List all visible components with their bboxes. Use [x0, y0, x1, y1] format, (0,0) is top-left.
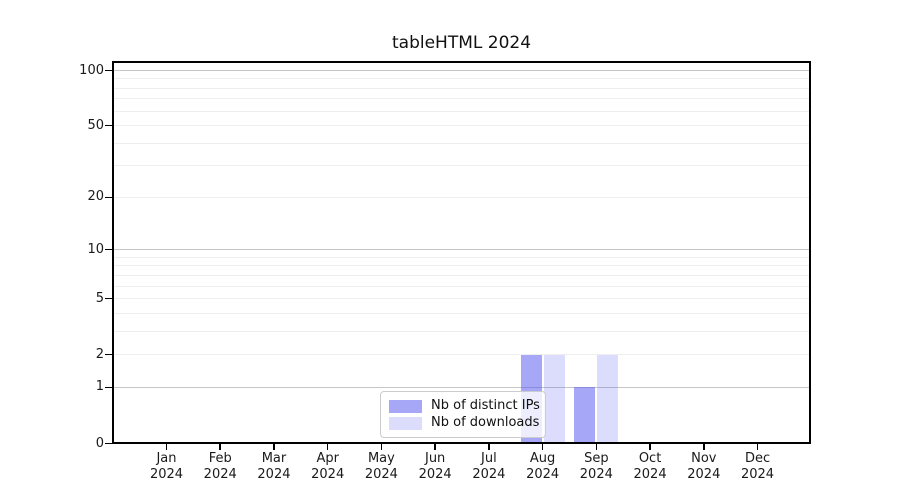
bar-distinct-ips — [574, 387, 595, 442]
y-tick-label: 100 — [50, 62, 104, 80]
y-tick-mark — [105, 249, 112, 251]
x-tick-mark — [542, 444, 544, 450]
gridline-major — [114, 70, 809, 71]
gridline-minor — [114, 143, 809, 144]
chart-figure: tableHTML 2024 0125102050100Jan2024Feb20… — [0, 0, 900, 500]
gridline-minor — [114, 111, 809, 112]
y-tick-mark — [105, 298, 112, 300]
x-tick-label: Dec2024 — [718, 451, 798, 483]
y-tick-mark — [105, 125, 112, 127]
gridline-minor — [114, 275, 809, 276]
gridline-minor — [114, 354, 809, 355]
legend-label-distinct-ips: Nb of distinct IPs — [431, 398, 540, 414]
x-tick-mark — [381, 444, 383, 450]
right-spine — [809, 61, 811, 444]
x-tick-mark — [219, 444, 221, 450]
y-tick-mark — [105, 443, 112, 445]
y-tick-mark — [105, 354, 112, 356]
y-tick-label: 10 — [50, 241, 104, 259]
x-tick-mark — [166, 444, 168, 450]
y-tick-label: 50 — [50, 117, 104, 135]
y-tick-mark — [105, 387, 112, 389]
x-tick-mark — [703, 444, 705, 450]
x-tick-label-year: 2024 — [718, 467, 798, 483]
y-tick-label: 5 — [50, 290, 104, 308]
gridline-minor — [114, 286, 809, 287]
gridline-minor — [114, 331, 809, 332]
y-tick-label: 20 — [50, 188, 104, 206]
gridline-minor — [114, 298, 809, 299]
legend-swatch-distinct-ips — [389, 400, 422, 413]
gridline-major — [114, 249, 809, 250]
x-tick-mark — [434, 444, 436, 450]
gridline-minor — [114, 265, 809, 266]
gridline-major — [114, 387, 809, 388]
top-spine — [112, 61, 811, 63]
y-tick-label: 2 — [50, 346, 104, 364]
gridline-minor — [114, 257, 809, 258]
x-axis-line — [112, 442, 811, 444]
y-tick-mark — [105, 197, 112, 199]
x-tick-mark — [273, 444, 275, 450]
plot-area: 0125102050100Jan2024Feb2024Mar2024Apr202… — [112, 61, 811, 444]
y-tick-label: 0 — [50, 435, 104, 453]
y-tick-mark — [105, 70, 112, 72]
x-tick-mark — [327, 444, 329, 450]
x-tick-mark — [488, 444, 490, 450]
gridline-minor — [114, 78, 809, 79]
x-tick-mark — [649, 444, 651, 450]
chart-title: tableHTML 2024 — [112, 33, 811, 53]
x-tick-mark — [757, 444, 759, 450]
legend-entry-downloads: Nb of downloads — [389, 415, 536, 431]
legend-box: Nb of distinct IPs Nb of downloads — [380, 391, 546, 438]
x-tick-mark — [596, 444, 598, 450]
bar-downloads — [597, 355, 618, 442]
legend-swatch-downloads — [389, 417, 422, 430]
gridline-minor — [114, 165, 809, 166]
y-tick-label: 1 — [50, 378, 104, 396]
gridline-minor — [114, 125, 809, 126]
gridline-minor — [114, 197, 809, 198]
bar-downloads — [544, 355, 565, 442]
gridline-minor — [114, 88, 809, 89]
y-axis-line — [112, 61, 114, 444]
legend-entry-distinct-ips: Nb of distinct IPs — [389, 398, 536, 414]
gridline-minor — [114, 313, 809, 314]
legend-label-downloads: Nb of downloads — [431, 415, 539, 431]
gridline-minor — [114, 98, 809, 99]
x-tick-label-month: Dec — [718, 451, 798, 467]
